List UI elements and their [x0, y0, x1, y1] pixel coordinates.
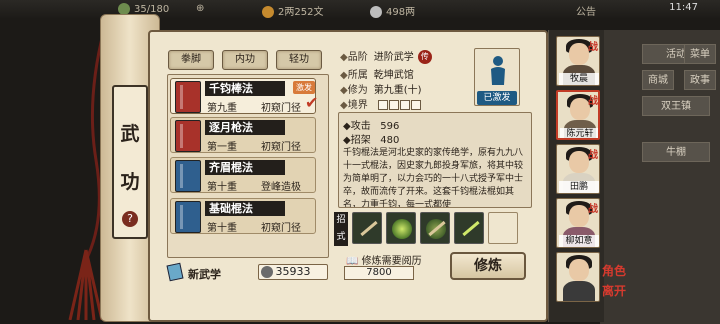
character-card-5[interactable] [556, 252, 600, 302]
skill-level: 第一重 [207, 142, 237, 153]
parry-stat: ◆招架 480 [343, 135, 400, 146]
character-name: 陈元轩 [560, 128, 598, 138]
grade-label: 品阶 [347, 52, 368, 63]
tab-fist[interactable]: 拳脚 [168, 50, 214, 70]
monk-figure-icon [491, 56, 505, 85]
title-char-2: 功 [120, 171, 140, 193]
moves-label: 招式 [334, 212, 348, 246]
character-name: 柳如意 [559, 235, 599, 247]
realm-label: 境界 [347, 100, 368, 111]
title-char-1: 武 [120, 123, 140, 145]
character-name: 牧晨 [559, 73, 599, 85]
move-slot-2[interactable] [386, 212, 416, 244]
grade-value: 进阶武学 [373, 52, 414, 63]
role-label[interactable]: 角色 [602, 262, 626, 279]
faction-value: 乾坤武馆 [373, 70, 414, 81]
train-button[interactable]: 修炼 [450, 252, 526, 280]
shop-button[interactable]: 商城 [642, 70, 674, 90]
copper-value: 2两252文 [278, 7, 324, 18]
cultivation-label: 修为 [347, 85, 368, 96]
parry-label: 招架 [350, 135, 371, 146]
skill-rank: 初窥门径 [261, 103, 301, 114]
notice-button[interactable]: 公告 [576, 3, 596, 18]
silver-icon [370, 6, 382, 18]
faction-row: ◆所属 乾坤武馆 [340, 70, 414, 81]
move-slot-3[interactable] [420, 212, 450, 244]
realm-slot [399, 100, 410, 110]
copper-coin-icon [262, 6, 274, 18]
realm-row: ◆境界 [340, 96, 421, 111]
clock: 11:47 [669, 2, 698, 13]
move-slot-1[interactable] [352, 212, 382, 244]
parry-value: 480 [380, 135, 400, 146]
battle-mark: 战 [588, 42, 598, 53]
help-icon[interactable]: ? [122, 211, 138, 227]
points-display: 35933 [258, 264, 328, 280]
leave-label[interactable]: 离开 [602, 282, 626, 299]
battle-mark: 战 [588, 150, 598, 161]
town-button[interactable]: 双王镇 [642, 96, 710, 116]
silver-display: 498两 [370, 3, 415, 18]
train-requirement: 📖 修炼需要阅历 [346, 252, 422, 267]
add-stamina-button[interactable]: ⊕ [196, 3, 204, 14]
battle-mark: 战 [588, 204, 598, 215]
red-book-icon [175, 81, 201, 113]
skill-item-4[interactable]: 基础棍法 第十重 初窥门径 [170, 198, 316, 234]
menu-button[interactable]: 菜单 [684, 44, 716, 64]
skill-level: 第十重 [207, 182, 237, 193]
scroll-icon [166, 262, 184, 282]
skill-description: 千钧棍法是河北史家的家传绝学，原有九九八十一式棍法，因史家九郎投身军旅，将其中较… [343, 148, 524, 208]
skill-item-1[interactable]: 千钧棒法 激发 第九重 初窥门径 ✔ [170, 78, 319, 114]
description-box: ◆攻击 596 ◆招架 480 千钧棍法是河北史家的家传绝学，原有九九八十一式棍… [338, 112, 532, 208]
copper-display: 2两252文 [262, 3, 323, 18]
skill-item-3[interactable]: 齐眉棍法 第十重 登峰造极 [170, 157, 316, 193]
grade-seal-icon: 传 [417, 50, 432, 64]
attack-stat: ◆攻击 596 [343, 121, 400, 132]
skill-rank: 登峰造极 [261, 182, 301, 193]
skill-rank: 初窥门径 [261, 223, 301, 234]
realm-slot [377, 100, 388, 110]
skill-item-2[interactable]: 逐月枪法 第一重 初窥门径 [170, 117, 316, 153]
cultivation-row: ◆修为 第九重(十) [340, 85, 422, 96]
check-icon: ✔ [305, 93, 319, 112]
battle-mark: 战 [588, 96, 598, 107]
silver-value: 498两 [386, 7, 416, 18]
new-skill-button[interactable]: 新武学 [188, 266, 221, 282]
skill-name: 齐眉棍法 [205, 160, 285, 175]
skill-name: 逐月枪法 [205, 120, 285, 135]
new-skill-bar: 新武学 35933 [166, 262, 328, 282]
tab-lightness[interactable]: 轻功 [276, 50, 322, 70]
blue-book-icon [175, 160, 201, 192]
skill-rank: 初窥门径 [261, 142, 301, 153]
blue-book-icon [175, 201, 201, 233]
affairs-button[interactable]: 政事 [684, 70, 716, 90]
skill-level: 第十重 [207, 223, 237, 234]
realm-slot [410, 100, 421, 110]
train-req-value: 7800 [344, 266, 414, 280]
realm-slot [388, 100, 399, 110]
tab-inner[interactable]: 内功 [222, 50, 268, 70]
points-icon [261, 266, 273, 278]
faction-label: 所属 [347, 70, 368, 81]
skill-name: 千钧棒法 [205, 81, 285, 96]
points-value: 35933 [275, 265, 311, 278]
character-name: 田鹏 [559, 181, 599, 193]
move-slot-4[interactable] [454, 212, 484, 244]
grade-row: ◆品阶 进阶武学传 [340, 48, 432, 64]
skill-level: 第九重 [207, 103, 237, 114]
skill-portrait: 已激发 [474, 48, 520, 106]
activated-label: 已激发 [477, 91, 517, 105]
martial-arts-title-tab: 武 功 ? [112, 85, 148, 239]
red-book-icon [175, 120, 201, 152]
skill-name: 基础棍法 [205, 201, 285, 216]
cultivation-value: 第九重(十) [373, 85, 422, 96]
barn-button[interactable]: 牛棚 [642, 142, 710, 162]
